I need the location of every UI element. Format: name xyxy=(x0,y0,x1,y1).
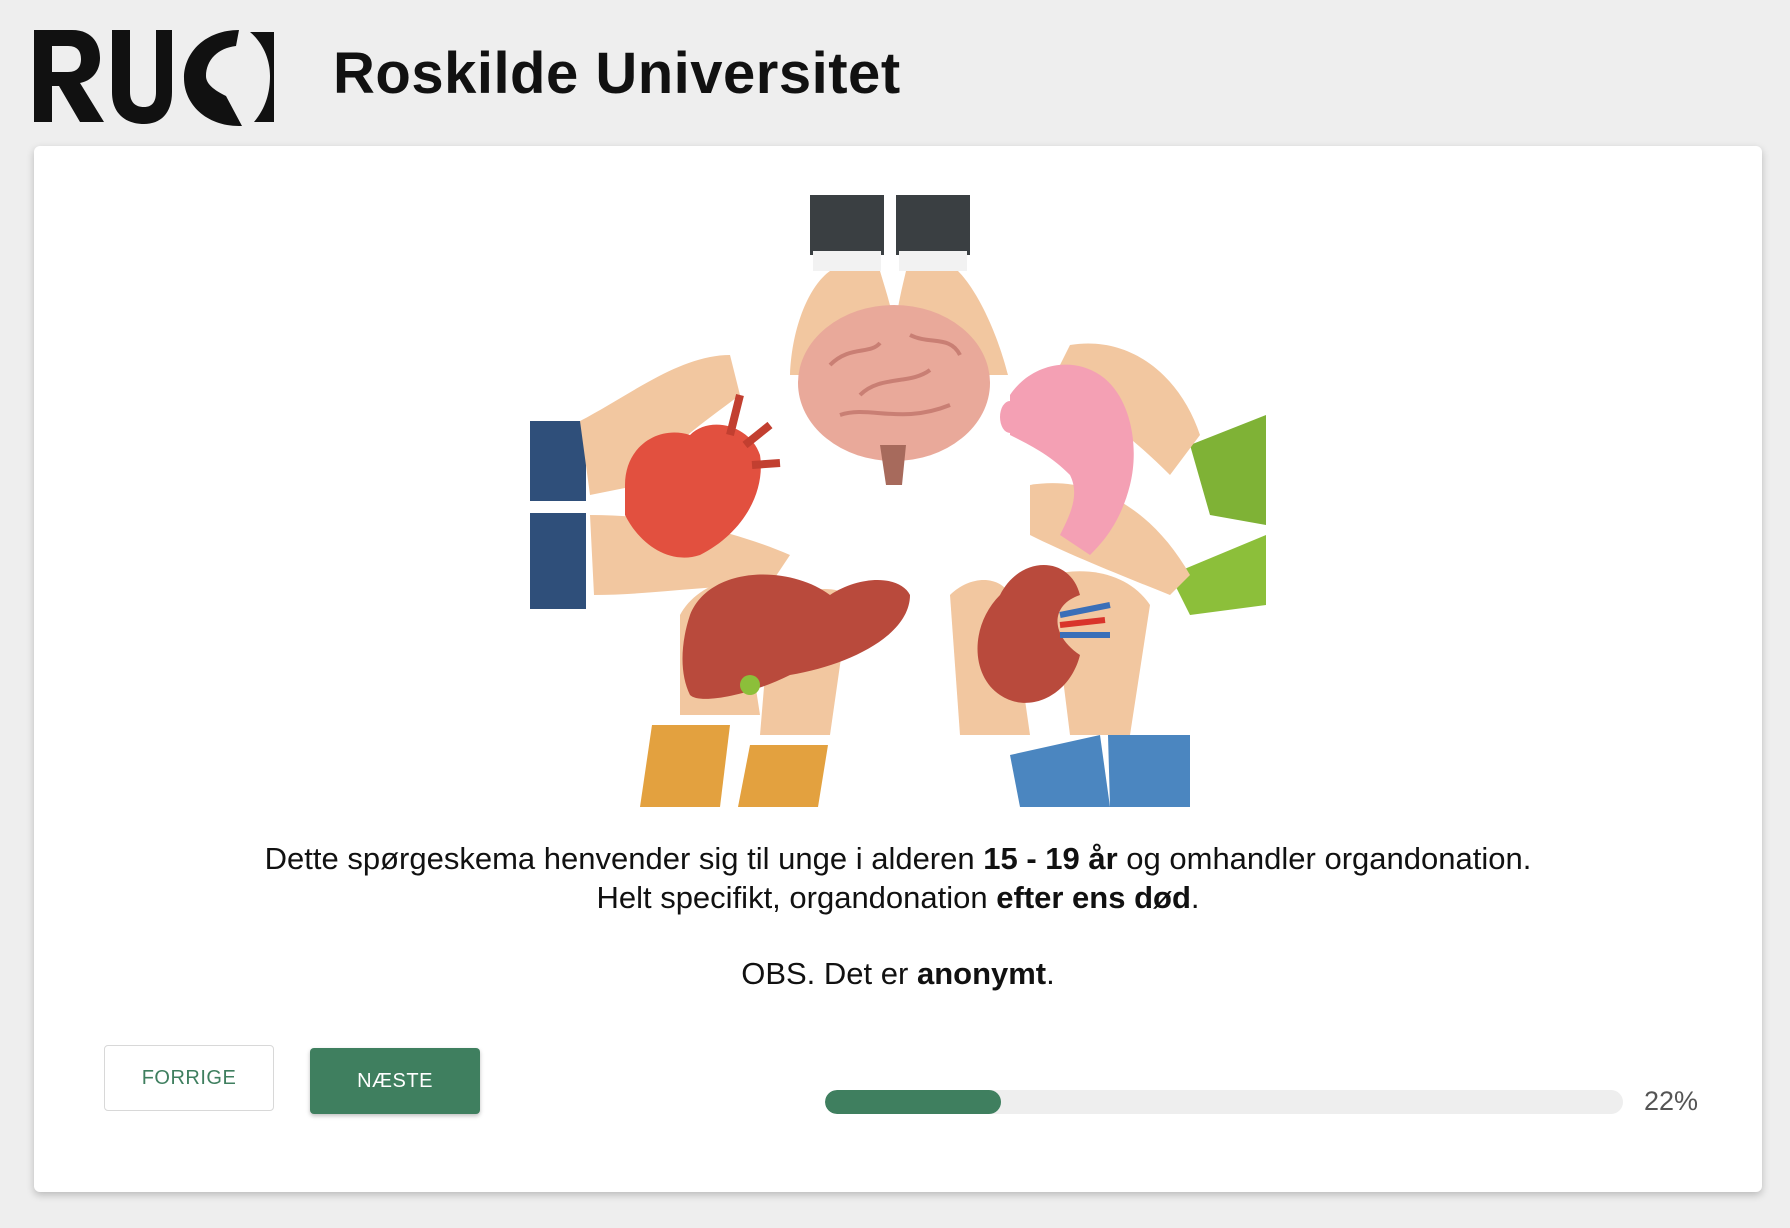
next-button[interactable]: NÆSTE xyxy=(310,1048,480,1114)
ruc-logo[interactable] xyxy=(34,26,274,126)
intro-line-2: Helt specifikt, organdonation efter ens … xyxy=(596,880,1200,915)
survey-card: Dette spørgeskema henvender sig til unge… xyxy=(34,146,1762,1192)
intro-text: Dette spørgeskema henvender sig til unge… xyxy=(34,839,1762,993)
organ-donation-illustration xyxy=(530,195,1266,807)
heart-hands-icon xyxy=(530,355,790,609)
progress-bar xyxy=(825,1090,1623,1114)
brain-icon xyxy=(798,305,990,461)
brain-hands-icon xyxy=(790,195,1008,485)
anonymous-notice: OBS. Det er anonymt. xyxy=(741,956,1055,991)
progress-percent: 22% xyxy=(1644,1086,1699,1116)
previous-button[interactable]: FORRIGE xyxy=(104,1045,274,1111)
kidney-hands-icon xyxy=(950,565,1190,807)
liver-hands-icon xyxy=(640,574,910,807)
site-header: Roskilde Universitet xyxy=(0,0,1790,145)
progress-fill xyxy=(825,1090,1001,1114)
site-title: Roskilde Universitet xyxy=(333,41,901,106)
intro-line-1: Dette spørgeskema henvender sig til unge… xyxy=(264,841,1532,876)
